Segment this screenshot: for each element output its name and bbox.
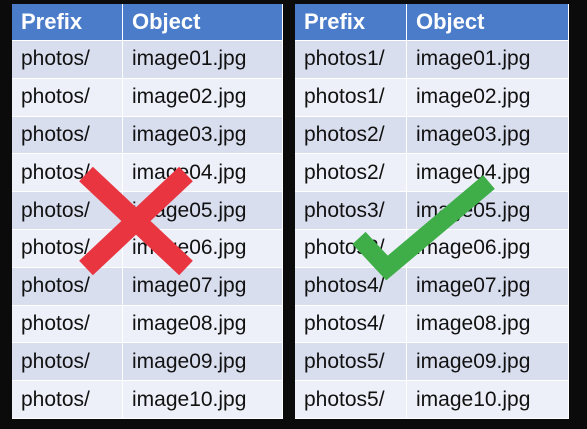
header-row: Prefix Object <box>295 4 569 41</box>
prefix-cell: photos3/ <box>295 192 407 230</box>
prefix-cell: photos2/ <box>295 116 407 155</box>
header-object: Object <box>123 4 283 41</box>
prefix-cell: photos1/ <box>295 78 407 117</box>
prefix-cell: photos/ <box>12 78 123 117</box>
prefix-cell: photos/ <box>12 229 123 268</box>
table-row: photos2/ image03.jpg <box>295 116 569 155</box>
object-cell: image05.jpg <box>123 192 283 230</box>
table-row: photos/ image10.jpg <box>12 381 283 419</box>
prefix-cell: photos4/ <box>295 267 407 306</box>
prefix-cell: photos5/ <box>295 343 407 382</box>
header-row: Prefix Object <box>12 4 283 41</box>
object-cell: image02.jpg <box>407 78 569 117</box>
prefix-cell: photos/ <box>12 116 123 155</box>
object-cell: image08.jpg <box>123 305 283 344</box>
object-cell: image01.jpg <box>407 41 569 79</box>
prefix-cell: photos4/ <box>295 305 407 344</box>
table-row: photos/ image02.jpg <box>12 78 283 117</box>
table-row: photos/ image03.jpg <box>12 116 283 155</box>
prefix-cell: photos3/ <box>295 229 407 268</box>
object-cell: image10.jpg <box>407 381 569 419</box>
object-cell: image03.jpg <box>407 116 569 155</box>
object-cell: image10.jpg <box>123 381 283 419</box>
table-row: photos/ image01.jpg <box>12 41 283 79</box>
header-object: Object <box>407 4 569 41</box>
object-cell: image02.jpg <box>123 78 283 117</box>
table-row: photos/ image04.jpg <box>12 154 283 193</box>
table-row: photos/ image09.jpg <box>12 343 283 382</box>
object-cell: image06.jpg <box>123 229 283 268</box>
object-cell: image03.jpg <box>123 116 283 155</box>
table-row: photos/ image08.jpg <box>12 305 283 344</box>
object-cell: image04.jpg <box>407 154 569 193</box>
object-cell: image07.jpg <box>123 267 283 306</box>
prefix-cell: photos/ <box>12 154 123 193</box>
object-cell: image09.jpg <box>407 343 569 382</box>
table-row: photos4/ image08.jpg <box>295 305 569 344</box>
object-cell: image06.jpg <box>407 229 569 268</box>
object-cell: image04.jpg <box>123 154 283 193</box>
prefix-cell: photos/ <box>12 267 123 306</box>
table-row: photos1/ image02.jpg <box>295 78 569 117</box>
table-row: photos4/ image07.jpg <box>295 267 569 306</box>
header-prefix: Prefix <box>295 4 407 41</box>
prefix-cell: photos/ <box>12 305 123 344</box>
prefix-cell: photos/ <box>12 192 123 230</box>
prefix-cell: photos/ <box>12 381 123 419</box>
table-row: photos/ image07.jpg <box>12 267 283 306</box>
table-row: photos/ image05.jpg <box>12 192 283 230</box>
table-row: photos2/ image04.jpg <box>295 154 569 193</box>
object-cell: image08.jpg <box>407 305 569 344</box>
table-row: photos3/ image05.jpg <box>295 192 569 230</box>
object-cell: image07.jpg <box>407 267 569 306</box>
table-row: photos3/ image06.jpg <box>295 229 569 268</box>
prefix-cell: photos1/ <box>295 41 407 79</box>
object-cell: image05.jpg <box>407 192 569 230</box>
table-row: photos5/ image10.jpg <box>295 381 569 419</box>
prefix-cell: photos/ <box>12 41 123 79</box>
prefix-cell: photos/ <box>12 343 123 382</box>
table-row: photos1/ image01.jpg <box>295 41 569 79</box>
object-cell: image09.jpg <box>123 343 283 382</box>
table-row: photos5/ image09.jpg <box>295 343 569 382</box>
left-table: Prefix Object photos/ image01.jpg photos… <box>12 4 283 419</box>
prefix-cell: photos5/ <box>295 381 407 419</box>
object-cell: image01.jpg <box>123 41 283 79</box>
header-prefix: Prefix <box>12 4 123 41</box>
table-row: photos/ image06.jpg <box>12 229 283 268</box>
right-table: Prefix Object photos1/ image01.jpg photo… <box>295 4 569 419</box>
prefix-cell: photos2/ <box>295 154 407 193</box>
